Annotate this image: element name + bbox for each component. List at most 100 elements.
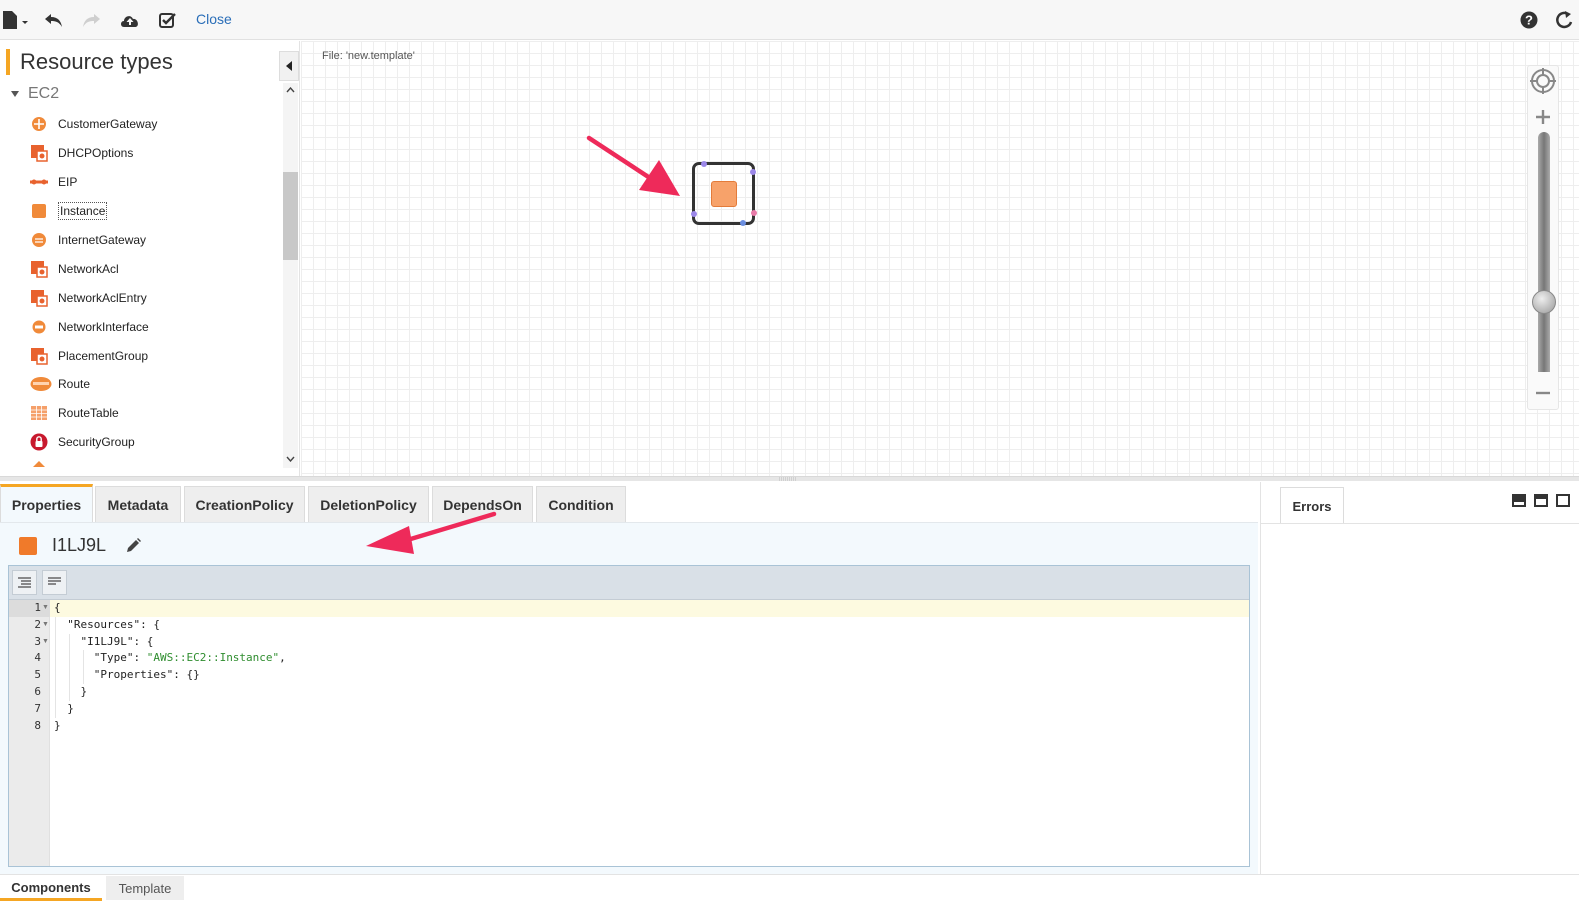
partial-resource-icon — [30, 457, 48, 467]
zoom-out-button[interactable] — [1528, 380, 1558, 406]
scroll-up-button[interactable] — [283, 83, 298, 97]
code-line: } — [54, 685, 88, 698]
design-canvas[interactable]: File: 'new.template' — [301, 41, 1579, 476]
network-interface-icon — [30, 318, 48, 336]
resource-name: I1LJ9L — [52, 535, 107, 555]
chevron-up-icon — [286, 87, 295, 93]
link-handle[interactable] — [701, 161, 707, 167]
line-number: 5 — [34, 668, 41, 682]
tab-errors[interactable]: Errors — [1280, 487, 1344, 524]
properties-panel: I1LJ9L 1 ▼ 2 ▼ 3 ▼ 4 5 6 7 8 {"Resource… — [0, 522, 1258, 874]
ec2-group-toggle[interactable]: EC2 — [10, 85, 59, 103]
minus-icon — [1536, 391, 1550, 395]
bottom-tabs: Components Template — [0, 874, 1579, 915]
code-line: "I1LJ9L": { — [54, 634, 154, 648]
json-editor[interactable]: 1 ▼ 2 ▼ 3 ▼ 4 5 6 7 8 { "Resources": { "… — [8, 565, 1250, 867]
resource-item-placementgroup[interactable]: PlacementGroup — [30, 341, 280, 370]
fit-view-button[interactable] — [1528, 68, 1558, 94]
instance-node[interactable] — [691, 161, 757, 226]
tab-dependson[interactable]: DependsOn — [432, 486, 533, 522]
resource-item-networkinterface[interactable]: NetworkInterface — [30, 312, 280, 341]
fold-arrow-icon[interactable]: ▼ — [42, 617, 49, 634]
upload-button[interactable] — [118, 8, 142, 32]
resource-item-customergateway[interactable]: CustomerGateway — [30, 110, 280, 139]
redo-button[interactable] — [79, 8, 103, 32]
zoom-control — [1527, 65, 1559, 410]
tab-deletionpolicy[interactable]: DeletionPolicy — [308, 486, 429, 522]
resource-item-networkaclentry[interactable]: NetworkAclEntry — [30, 283, 280, 312]
scrollbar-thumb[interactable] — [283, 172, 298, 260]
resource-item-internetgateway[interactable]: InternetGateway — [30, 226, 280, 255]
help-button[interactable]: ? — [1517, 8, 1541, 32]
resource-header: I1LJ9L — [18, 535, 142, 556]
resource-item-route[interactable]: Route — [30, 370, 280, 399]
validate-button[interactable] — [156, 8, 180, 32]
format-button[interactable] — [12, 570, 37, 595]
undo-button[interactable] — [42, 8, 66, 32]
resource-item-dhcpoptions[interactable]: DHCPOptions — [30, 139, 280, 168]
panel-splitter[interactable] — [0, 476, 1579, 481]
code-line: "Properties": {} — [54, 668, 200, 682]
link-handle[interactable] — [751, 210, 757, 216]
code-area[interactable]: { "Resources": { "I1LJ9L": { "Type": "AW… — [50, 600, 1249, 866]
resource-item-eip[interactable]: EIP — [30, 168, 280, 197]
code-line: } — [54, 718, 61, 732]
resource-item-routetable[interactable]: RouteTable — [30, 399, 280, 428]
collapse-panel-button[interactable] — [279, 51, 299, 81]
close-link[interactable]: Close — [196, 11, 232, 27]
resource-label: EIP — [58, 175, 78, 190]
tab-components[interactable]: Components — [0, 876, 102, 901]
resource-item-securitygroup[interactable]: SecurityGroup — [30, 428, 280, 457]
route-table-icon — [30, 404, 48, 422]
resource-label: DHCPOptions — [58, 146, 134, 161]
zoom-slider-knob[interactable] — [1532, 290, 1556, 314]
eip-icon — [30, 173, 48, 191]
line-number: 3 — [34, 634, 41, 648]
scroll-down-button[interactable] — [283, 452, 298, 466]
new-file-menu-button[interactable] — [2, 8, 30, 32]
network-acl-icon — [30, 260, 48, 278]
layout-split-button[interactable] — [1534, 494, 1548, 507]
undo-icon — [45, 14, 62, 27]
line-number: 6 — [34, 685, 41, 698]
refresh-button[interactable] — [1554, 8, 1578, 32]
pencil-icon — [127, 537, 142, 552]
help-icon: ? — [1520, 11, 1538, 29]
tab-properties[interactable]: Properties — [0, 484, 93, 522]
link-handle[interactable] — [691, 211, 697, 217]
fold-arrow-icon[interactable]: ▼ — [42, 600, 49, 617]
dhcp-options-icon — [30, 144, 48, 163]
resource-item-networkacl[interactable]: NetworkAcl — [30, 254, 280, 283]
zoom-in-button[interactable] — [1528, 104, 1558, 130]
link-handle[interactable] — [750, 169, 756, 175]
resource-item-instance[interactable]: Instance — [30, 197, 280, 226]
panel-title: Resource types — [6, 49, 173, 75]
scrollbar-track[interactable] — [283, 83, 298, 468]
svg-text:?: ? — [1525, 13, 1533, 28]
tab-label: Components — [11, 879, 91, 895]
layout-top-button[interactable] — [1512, 494, 1526, 507]
checkbox-icon — [159, 13, 176, 28]
layout-full-button[interactable] — [1556, 494, 1570, 507]
tab-creationpolicy[interactable]: CreationPolicy — [184, 486, 305, 522]
resource-label: InternetGateway — [58, 233, 147, 247]
code-line: } — [54, 701, 74, 715]
resource-types-panel: Resource types EC2 CustomerGateway DHCPO… — [0, 41, 300, 476]
caret-down-icon — [11, 91, 19, 97]
resource-label: PlacementGroup — [58, 348, 149, 363]
tab-template[interactable]: Template — [106, 876, 184, 900]
fold-arrow-icon[interactable]: ▼ — [42, 634, 49, 651]
compact-button[interactable] — [42, 570, 67, 595]
cloud-upload-icon — [121, 16, 138, 27]
zoom-slider-track[interactable] — [1538, 132, 1550, 372]
drag-grip-icon — [779, 477, 797, 481]
toolbar: Close ? — [0, 0, 1579, 40]
link-handle[interactable] — [740, 220, 746, 226]
edit-name-button[interactable] — [124, 537, 142, 555]
resource-label: RouteTable — [58, 406, 119, 421]
resource-item-partial[interactable] — [30, 457, 280, 467]
tab-label: Template — [118, 880, 172, 896]
tab-metadata[interactable]: Metadata — [95, 486, 181, 522]
tab-condition[interactable]: Condition — [536, 486, 626, 522]
route-icon — [30, 375, 52, 393]
